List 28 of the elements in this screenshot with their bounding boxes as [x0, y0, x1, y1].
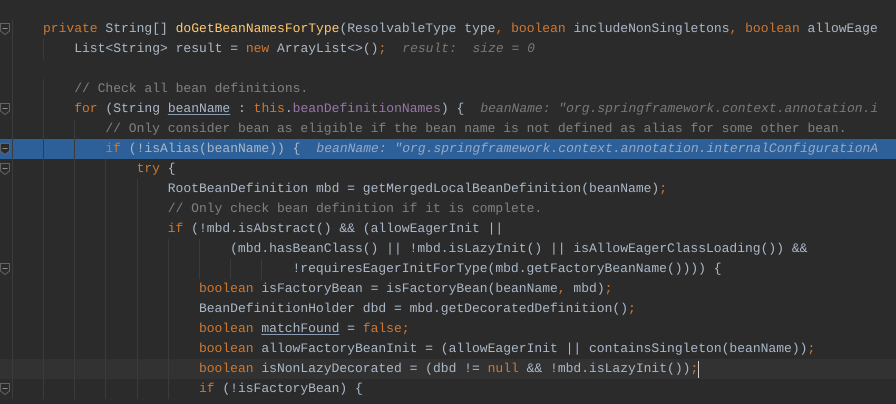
code-line: RootBeanDefinition mbd = getMergedLocalBeanDefinition(beanName); [168, 180, 668, 198]
inline-value-hint: beanName: "org.springframework.context.annotation.i [480, 100, 878, 118]
fold-marker-icon[interactable] [0, 143, 10, 155]
code-comment: // Only consider bean as eligible if the bean name is not defined as alias for some other bean. [105, 120, 846, 138]
code-line: if (!isFactoryBean) { [198, 380, 363, 398]
code-line: private String[] doGetBeanNamesForType(ResolvableType type, boolean includeNonSingletons, boolean allowEage [43, 20, 878, 38]
fold-marker-icon[interactable] [0, 103, 10, 115]
fold-marker-icon[interactable] [0, 163, 10, 175]
code-comment: // Only check bean definition if it is complete. [168, 200, 542, 218]
code-line: List<String> result = new ArrayList<>(); [74, 40, 386, 58]
code-line: BeanDefinitionHolder dbd = mbd.getDecoratedDefinition(); [198, 300, 636, 318]
code-line: if (!mbd.isAbstract() && (allowEagerInit || [168, 220, 504, 238]
code-line: boolean isFactoryBean = isFactoryBean(beanName, mbd); [198, 280, 612, 298]
fold-marker-icon[interactable] [0, 383, 10, 395]
code-line: try { [136, 160, 176, 178]
code-line: if (!isAlias(beanName)) { [105, 140, 300, 158]
inline-value-hint: result: size = 0 [402, 40, 535, 58]
code-line: boolean isNonLazyDecorated = (dbd != null && !mbd.isLazyInit()); [198, 360, 698, 378]
fold-marker-icon[interactable] [0, 263, 10, 275]
text-caret [698, 360, 700, 378]
code-line: boolean matchFound = false; [198, 320, 410, 338]
code-comment: // Check all bean definitions. [74, 80, 308, 98]
code-line: for (String beanName : this.beanDefinitionNames) { [74, 100, 464, 118]
fold-marker-icon[interactable] [0, 23, 10, 35]
code-line: boolean allowFactoryBeanInit = (allowEagerInit || containsSingleton(beanName)); [198, 340, 816, 358]
inline-value-hint: beanName: "org.springframework.context.annotation.internalConfigurationA [316, 140, 878, 158]
code-line: (mbd.hasBeanClass() || !mbd.isLazyInit() || isAllowEagerClassLoading()) && [230, 240, 808, 258]
code-line: !requiresEagerInitForType(mbd.getFactoryBeanName()))) { [292, 260, 722, 278]
